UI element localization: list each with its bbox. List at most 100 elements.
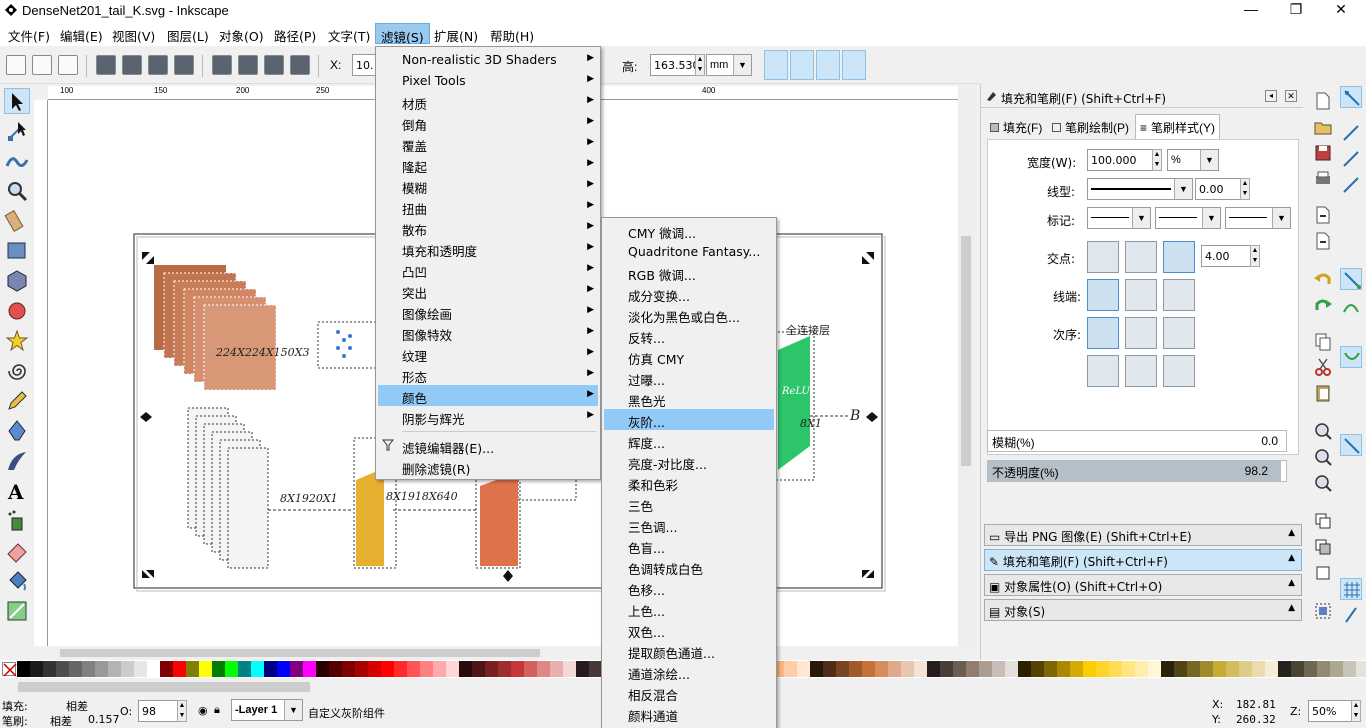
panel-object-properties[interactable]: ▣ 对象属性(O) (Shift+Ctrl+O) ▲ [984,574,1302,596]
color-menu-item[interactable]: Quadritone Fantasy... [604,241,774,262]
color-menu-item[interactable]: 双色... [604,619,774,640]
join-miter-button[interactable] [1163,241,1195,273]
color-swatch[interactable] [290,661,303,677]
menu-item-scatter[interactable]: 散布 ▶ [378,217,598,238]
paint-order-2-button[interactable] [1125,317,1157,349]
color-swatch[interactable] [576,661,589,677]
menu-item-pixel-tools[interactable]: Pixel Tools ▶ [378,70,598,91]
copy-icon[interactable] [1312,330,1334,352]
menu-help[interactable]: 帮助(H) [490,26,534,45]
hscroll-thumb[interactable] [60,649,540,657]
color-swatch[interactable] [849,661,862,677]
menu-extensions[interactable]: 扩展(N) [434,26,478,45]
raise-icon[interactable] [264,55,284,75]
color-menu-item[interactable]: 灰阶... [604,409,774,430]
snap-guide-icon[interactable] [1340,604,1362,626]
color-swatch[interactable] [446,661,459,677]
color-swatch[interactable] [992,661,1005,677]
color-swatch[interactable] [30,661,43,677]
blur-slider[interactable]: 模糊(%) 0.0 [987,430,1287,452]
color-swatch[interactable] [147,661,160,677]
redo-icon[interactable] [1312,294,1334,316]
color-swatch[interactable] [1083,661,1096,677]
color-swatch[interactable] [823,661,836,677]
zoom-page-icon[interactable] [1312,472,1334,494]
color-swatch[interactable] [927,661,940,677]
color-swatch[interactable] [1356,661,1366,677]
menu-item-fill-transparency[interactable]: 填充和透明度 ▶ [378,238,598,259]
snap-others-icon[interactable] [1340,434,1362,456]
eraser-tool-icon[interactable] [4,538,30,564]
rotate-cw-icon[interactable] [122,55,142,75]
menu-edit[interactable]: 编辑(E) [60,26,103,45]
color-swatch[interactable] [1200,661,1213,677]
color-swatch[interactable] [251,661,264,677]
color-swatch[interactable] [1044,661,1057,677]
color-swatch[interactable] [1070,661,1083,677]
color-menu-item[interactable]: 辉度... [604,430,774,451]
stroke-width-stepper[interactable]: ▲ ▼ [1152,149,1162,171]
menu-file[interactable]: 文件(F) [8,26,50,45]
color-menu-item[interactable]: 色盲... [604,535,774,556]
color-swatch[interactable] [1122,661,1135,677]
color-swatch[interactable] [43,661,56,677]
snap-toggle-icon[interactable] [1340,86,1362,108]
color-swatch[interactable] [979,661,992,677]
color-swatch[interactable] [1161,661,1174,677]
snap-smooth-nodes-icon[interactable] [1340,346,1362,368]
spray-tool-icon[interactable] [4,508,30,534]
gradient-tool-icon[interactable] [4,598,30,624]
color-menu-item[interactable]: CMY 微调... [604,220,774,241]
color-swatch[interactable] [498,661,511,677]
color-swatch[interactable] [394,661,407,677]
color-swatch[interactable] [1057,661,1070,677]
import-icon[interactable] [1312,204,1334,226]
color-swatch[interactable] [407,661,420,677]
zoom-tool-icon[interactable] [4,178,30,204]
color-swatch[interactable] [537,661,550,677]
color-swatch[interactable] [316,661,329,677]
vscroll-thumb[interactable] [961,236,971,466]
paint-order-5-button[interactable] [1125,355,1157,387]
color-swatch[interactable] [264,661,277,677]
color-swatch[interactable] [212,661,225,677]
pencil-tool-icon[interactable] [4,388,30,414]
color-swatch[interactable] [862,661,875,677]
restore-button[interactable]: ❐ [1281,1,1311,18]
color-swatch[interactable] [95,661,108,677]
duplicate-icon[interactable] [1312,510,1334,532]
menu-item-nonrealistic-shaders[interactable]: Non-realistic 3D Shaders ▶ [378,49,598,70]
unlink-clone-icon[interactable] [1312,562,1334,584]
clone-icon[interactable] [1312,536,1334,558]
color-menu-item[interactable]: 提取颜色通道... [604,640,774,661]
height-input[interactable]: 163.530 [650,54,700,76]
tab-stroke-style[interactable]: ≡ 笔刷样式(Y) [1135,114,1221,139]
color-swatch[interactable] [810,661,823,677]
rotate-ccw-icon[interactable] [96,55,116,75]
color-swatch[interactable] [1187,661,1200,677]
zoom-selection-icon[interactable] [1312,420,1334,442]
rectangle-tool-icon[interactable] [4,238,30,264]
color-swatch[interactable] [1304,661,1317,677]
horizontal-scrollbar[interactable] [48,646,974,660]
dash-offset-input[interactable]: 0.00 [1195,178,1241,200]
ellipse-tool-icon[interactable] [4,298,30,324]
menu-item-bevels[interactable]: 倒角 ▶ [378,112,598,133]
color-swatch[interactable] [940,661,953,677]
lower-icon[interactable] [238,55,258,75]
lower-to-bottom-icon[interactable] [212,55,232,75]
color-swatch[interactable] [160,661,173,677]
color-menu-item[interactable]: 成分变换... [604,283,774,304]
paint-order-6-button[interactable] [1163,355,1195,387]
color-menu-item[interactable]: 色调转成白色 [604,556,774,577]
end-marker-select[interactable]: ▼ [1225,207,1291,229]
menu-item-color[interactable]: 颜色 ▶ [378,385,598,406]
color-swatch[interactable] [108,661,121,677]
tab-stroke-paint[interactable]: 笔刷绘制(P) [1049,116,1132,138]
menu-item-image-effects[interactable]: 图像特效 ▶ [378,322,598,343]
color-swatch[interactable] [550,661,563,677]
dock-close-button[interactable]: ✕ [1285,90,1297,102]
node-tool-icon[interactable] [4,118,30,144]
zoom-drawing-icon[interactable] [1312,446,1334,468]
save-icon[interactable] [1312,142,1334,164]
